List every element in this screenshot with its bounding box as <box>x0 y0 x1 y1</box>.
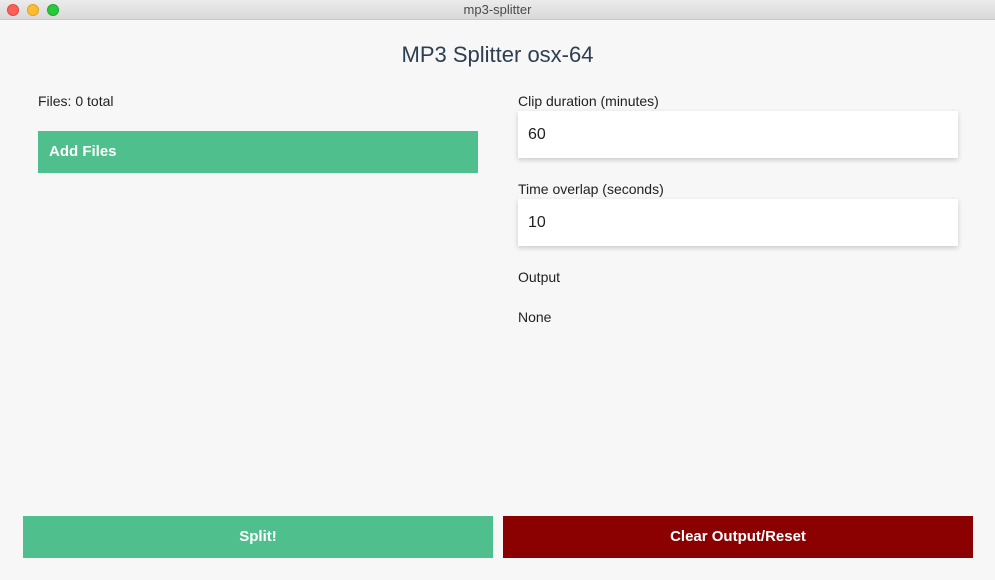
clear-output-reset-button[interactable]: Clear Output/Reset <box>503 516 973 558</box>
output-label: Output <box>518 269 561 285</box>
output-value: None <box>518 309 552 325</box>
window-titlebar[interactable]: mp3-splitter <box>0 0 995 20</box>
time-overlap-input[interactable] <box>518 199 958 246</box>
add-files-button[interactable]: Add Files <box>38 131 478 173</box>
clip-duration-label: Clip duration (minutes) <box>518 93 659 109</box>
window-title: mp3-splitter <box>463 2 532 17</box>
time-overlap-label: Time overlap (seconds) <box>518 181 664 197</box>
files-count-label: Files: 0 total <box>38 93 114 109</box>
app-window: mp3-splitter MP3 Splitter osx-64 Files: … <box>0 0 995 580</box>
clip-duration-input[interactable] <box>518 111 958 158</box>
split-button[interactable]: Split! <box>23 516 493 558</box>
page-title: MP3 Splitter osx-64 <box>401 42 594 67</box>
